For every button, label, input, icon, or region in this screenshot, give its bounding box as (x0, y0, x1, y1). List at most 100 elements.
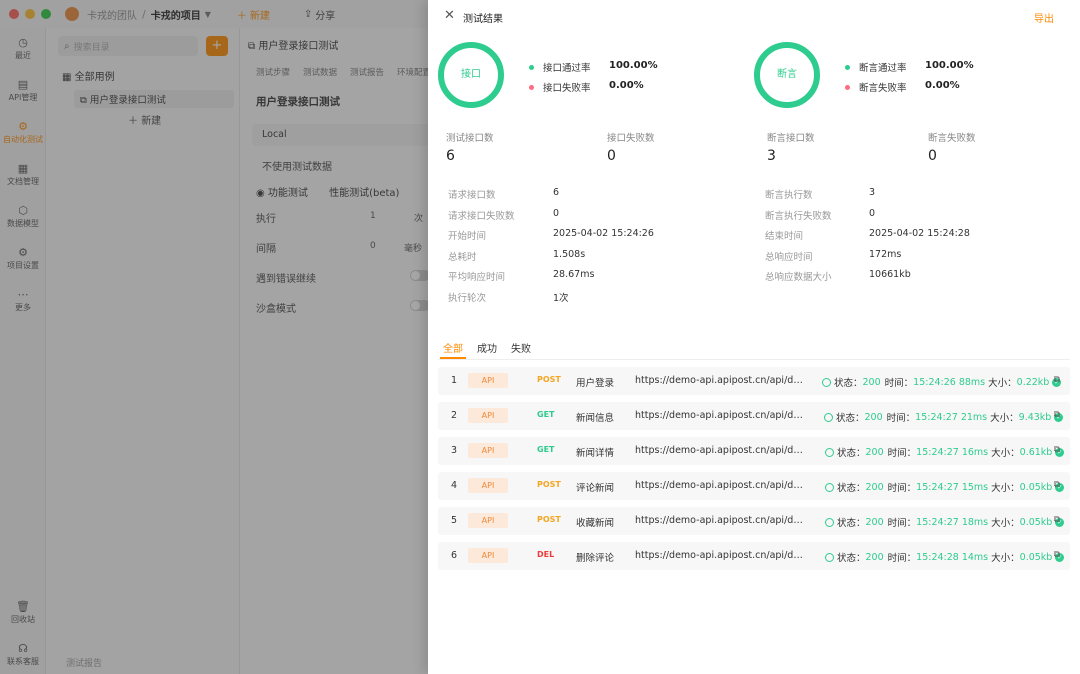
api-url: https://demo-api.apipost.cn/api/demo/log… (635, 375, 807, 386)
response-summary: 状态： 200 时间： 15:24:27 18ms 大小： 0.05kb ✓ (825, 515, 1065, 529)
detail-value: 10661kb (869, 269, 911, 280)
detail-value: 2025-04-02 15:24:28 (869, 228, 970, 239)
modal-overlay[interactable] (0, 0, 428, 674)
detail-icon[interactable]: ⧉ (1054, 375, 1060, 385)
stat-value: 0 (607, 148, 616, 164)
api-fail-label: 接口失败率 (543, 83, 591, 94)
detail-icon[interactable]: ⧉ (1054, 480, 1060, 490)
assert-fail-value: 0.00% (925, 80, 960, 91)
detail-label: 请求接口失败数 (448, 211, 515, 222)
status-label: 状态： (834, 378, 863, 389)
api-name: 评论新闻 (576, 483, 615, 494)
globe-icon (825, 552, 834, 562)
detail-label: 总耗时 (448, 252, 477, 263)
status-code: 200 (865, 481, 884, 493)
detail-label: 总响应时间 (765, 252, 813, 263)
row-index: 4 (451, 480, 458, 491)
detail-value: 6 (553, 187, 560, 198)
response-summary: 状态： 200 时间： 15:24:27 21ms 大小： 9.43kb ✓ (824, 410, 1064, 424)
type-badge: API (468, 373, 508, 388)
time-label: 时间： (887, 553, 917, 564)
api-name: 删除评论 (576, 553, 615, 564)
detail-label: 开始时间 (448, 231, 487, 242)
size-label: 大小： (988, 378, 1017, 389)
table-row[interactable]: 1 API POST 用户登录 https://demo-api.apipost… (438, 367, 1070, 395)
tab-failed[interactable]: 失败 (511, 340, 531, 355)
time-label: 时间： (884, 378, 914, 389)
tab-success[interactable]: 成功 (477, 340, 497, 355)
type-badge: API (468, 513, 508, 528)
api-url: https://demo-api.apipost.cn/api/demo/del… (635, 550, 807, 561)
active-tab-indicator (440, 357, 466, 359)
detail-icon[interactable]: ⧉ (1054, 410, 1060, 420)
type-badge: API (468, 443, 508, 458)
close-icon[interactable]: ✕ (444, 8, 455, 23)
duration-value: 16ms (961, 446, 989, 458)
assert-fail-rate-legend: 断言失败率 (845, 80, 907, 94)
detail-icon[interactable]: ⧉ (1054, 445, 1060, 455)
time-value: 15:24:27 (916, 516, 959, 528)
size-value: 0.05kb (1019, 516, 1053, 528)
detail-value: 3 (869, 187, 876, 198)
status-label: 状态： (837, 483, 866, 494)
globe-icon (825, 447, 834, 457)
api-url: https://demo-api.apipost.cn/api/demo/com… (635, 480, 807, 491)
globe-icon (825, 482, 834, 492)
assert-fail-label: 断言失败率 (859, 83, 907, 94)
status-label: 状态： (837, 448, 866, 459)
drawer-header: ✕ 测试结果 导出 (428, 0, 1080, 32)
method-label: POST (537, 515, 561, 524)
table-row[interactable]: 2 API GET 新闻信息 https://demo-api.apipost.… (438, 402, 1070, 430)
table-row[interactable]: 6 API DEL 删除评论 https://demo-api.apipost.… (438, 542, 1070, 570)
time-value: 15:24:26 (913, 376, 956, 388)
assert-pass-rate-legend: 断言通过率 (845, 60, 907, 74)
detail-label: 平均响应时间 (448, 272, 506, 283)
detail-value: 0 (553, 208, 560, 219)
detail-value: 0 (869, 208, 876, 219)
table-row[interactable]: 5 API POST 收藏新闻 https://demo-api.apipost… (438, 507, 1070, 535)
size-value: 9.43kb (1018, 411, 1052, 423)
response-summary: 状态： 200 时间： 15:24:27 15ms 大小： 0.05kb ✓ (825, 480, 1065, 494)
status-label: 状态： (836, 413, 865, 424)
duration-value: 21ms (960, 411, 988, 423)
time-value: 15:24:28 (916, 551, 959, 563)
detail-icon[interactable]: ⧉ (1054, 515, 1060, 525)
table-row[interactable]: 4 API POST 评论新闻 https://demo-api.apipost… (438, 472, 1070, 500)
time-value: 15:24:27 (916, 481, 959, 493)
assert-ring-label: 断言 (777, 69, 797, 80)
api-ring-label: 接口 (461, 69, 481, 80)
method-label: DEL (537, 550, 555, 559)
type-badge: API (468, 408, 508, 423)
api-name: 收藏新闻 (576, 518, 615, 529)
method-label: GET (537, 445, 555, 454)
tab-all[interactable]: 全部 (443, 340, 463, 355)
status-code: 200 (865, 446, 884, 458)
detail-value: 2025-04-02 15:24:26 (553, 228, 654, 239)
api-url: https://demo-api.apipost.cn/api/demo/new… (635, 445, 807, 456)
status-code: 200 (862, 376, 881, 388)
api-pass-label: 接口通过率 (543, 63, 591, 74)
type-badge: API (468, 478, 508, 493)
detail-label: 请求接口数 (448, 190, 496, 201)
row-index: 1 (451, 375, 458, 386)
size-label: 大小： (991, 448, 1020, 459)
size-label: 大小： (991, 483, 1020, 494)
time-label: 时间： (887, 483, 917, 494)
api-url: https://demo-api.apipost.cn/api/demo/col… (635, 515, 807, 526)
detail-label: 断言执行数 (765, 190, 813, 201)
detail-value: 1次 (553, 293, 569, 304)
stat-label: 断言接口数 (767, 133, 815, 144)
size-label: 大小： (991, 553, 1020, 564)
detail-icon[interactable]: ⧉ (1054, 550, 1060, 560)
export-button[interactable]: 导出 (1034, 10, 1054, 25)
time-label: 时间： (887, 448, 917, 459)
stat-value: 3 (767, 148, 776, 164)
size-value: 0.22kb (1016, 376, 1050, 388)
api-pass-value: 100.00% (609, 60, 658, 71)
row-index: 3 (451, 445, 458, 456)
duration-value: 15ms (961, 481, 989, 493)
api-name: 新闻信息 (576, 413, 615, 424)
type-badge: API (468, 548, 508, 563)
table-row[interactable]: 3 API GET 新闻详情 https://demo-api.apipost.… (438, 437, 1070, 465)
globe-icon (822, 377, 831, 387)
